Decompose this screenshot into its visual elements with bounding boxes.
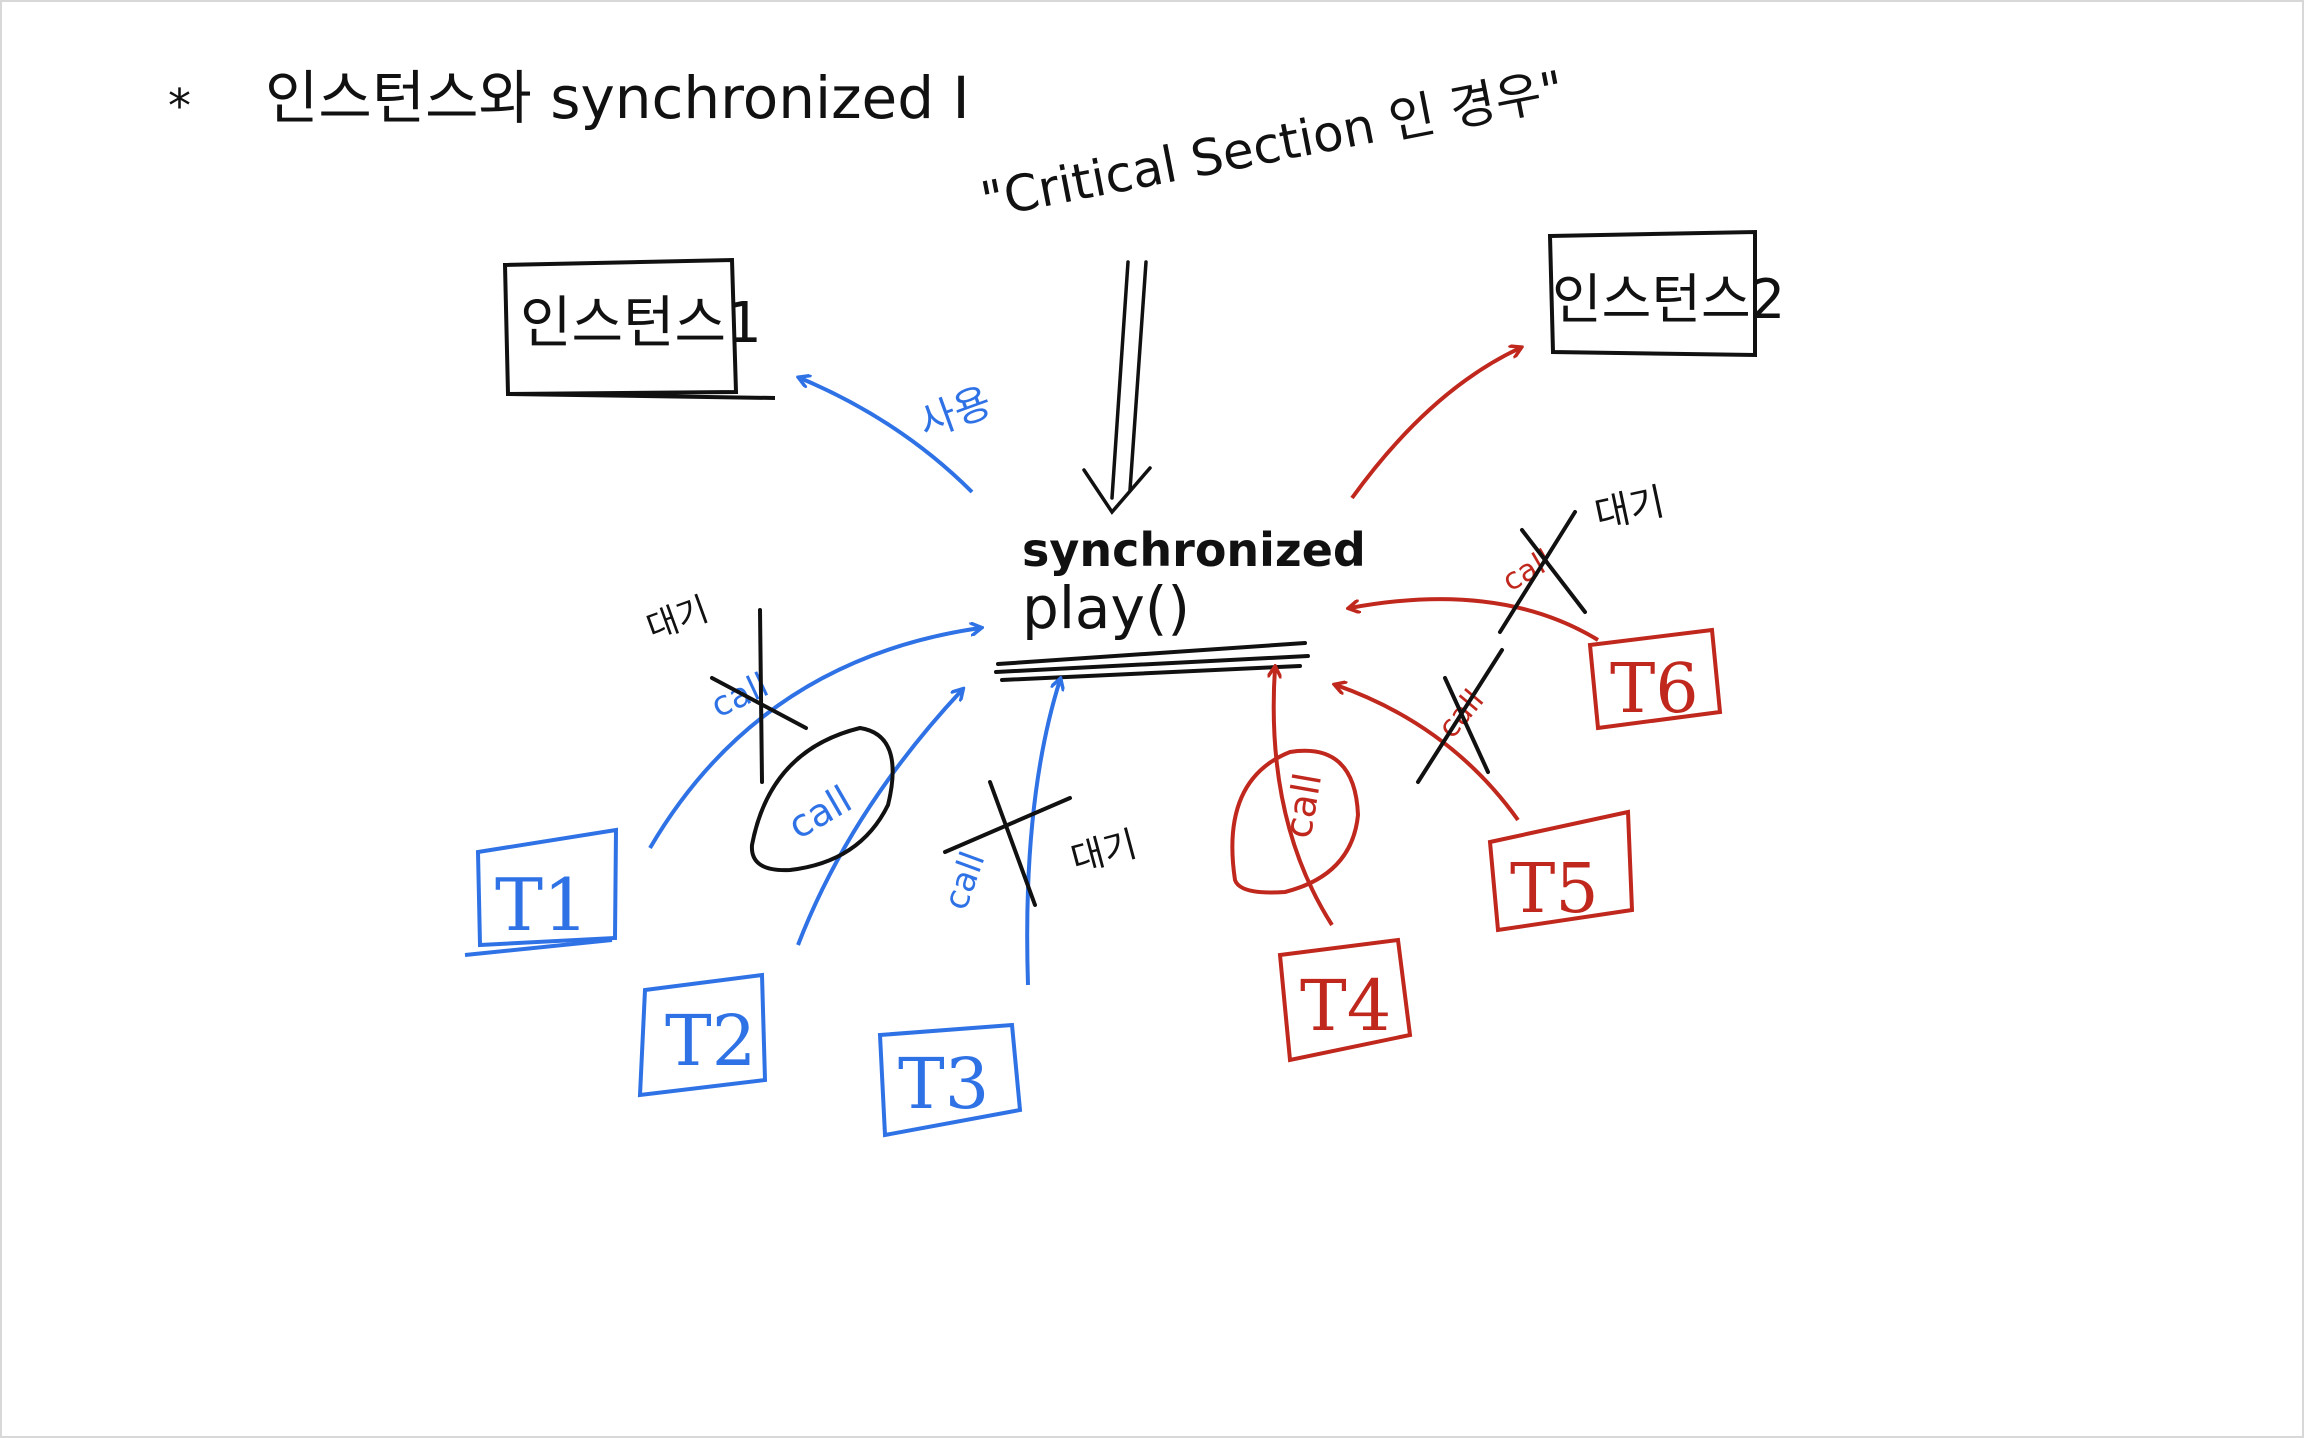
instance-2-box: 인스턴스2 (1547, 229, 1785, 358)
t6-call-arrow (1350, 597, 1600, 642)
t3-call-arrow (1025, 680, 1060, 986)
thread-t6-label: T6 (1610, 650, 1699, 729)
thread-t3-label: T3 (898, 1043, 989, 1125)
instance-1-label: 인스턴스1 (520, 291, 762, 356)
thread-t2: T2 (637, 972, 768, 1098)
page-title: 인스턴스와 synchronized I (265, 64, 970, 132)
thread-t1: T1 (464, 827, 619, 957)
whiteboard-canvas: * 인스턴스와 synchronized I "Critical Section… (0, 0, 2304, 1438)
method-name: play() (1022, 574, 1190, 642)
thread-t3: T3 (877, 1022, 1023, 1138)
t4-call-label: call (1276, 770, 1331, 842)
t6-wait-label: 대기 (1591, 479, 1669, 537)
t3-call-label: call (936, 846, 994, 915)
thread-t4: T4 (1277, 937, 1413, 1063)
method-underline (994, 641, 1310, 682)
use-label: 사용 (913, 379, 998, 447)
title-star: * (168, 79, 191, 133)
t1-wait-label: 대기 (641, 589, 713, 648)
page-frame (0, 0, 2304, 1438)
critical-section-arrow (1082, 260, 1152, 515)
t3-wait-label: 대기 (1067, 824, 1142, 881)
instance-1-box: 인스턴스1 (502, 257, 776, 400)
thread-t5: T5 (1487, 809, 1635, 933)
thread-t1-label: T1 (495, 863, 589, 947)
t5-cross-mark (1416, 648, 1504, 784)
thread-t4-label: T4 (1300, 965, 1391, 1047)
instance-2-arrow (1350, 348, 1520, 500)
critical-section-label: "Critical Section 인 경우" (976, 60, 1569, 230)
thread-t5-label: T5 (1510, 850, 1599, 929)
instance-2-label: 인스턴스2 (1552, 268, 1785, 331)
thread-t2-label: T2 (665, 1000, 756, 1082)
method-modifier: synchronized (1022, 523, 1366, 577)
thread-t6: T6 (1587, 627, 1723, 731)
t2-call-label: call (781, 777, 860, 848)
